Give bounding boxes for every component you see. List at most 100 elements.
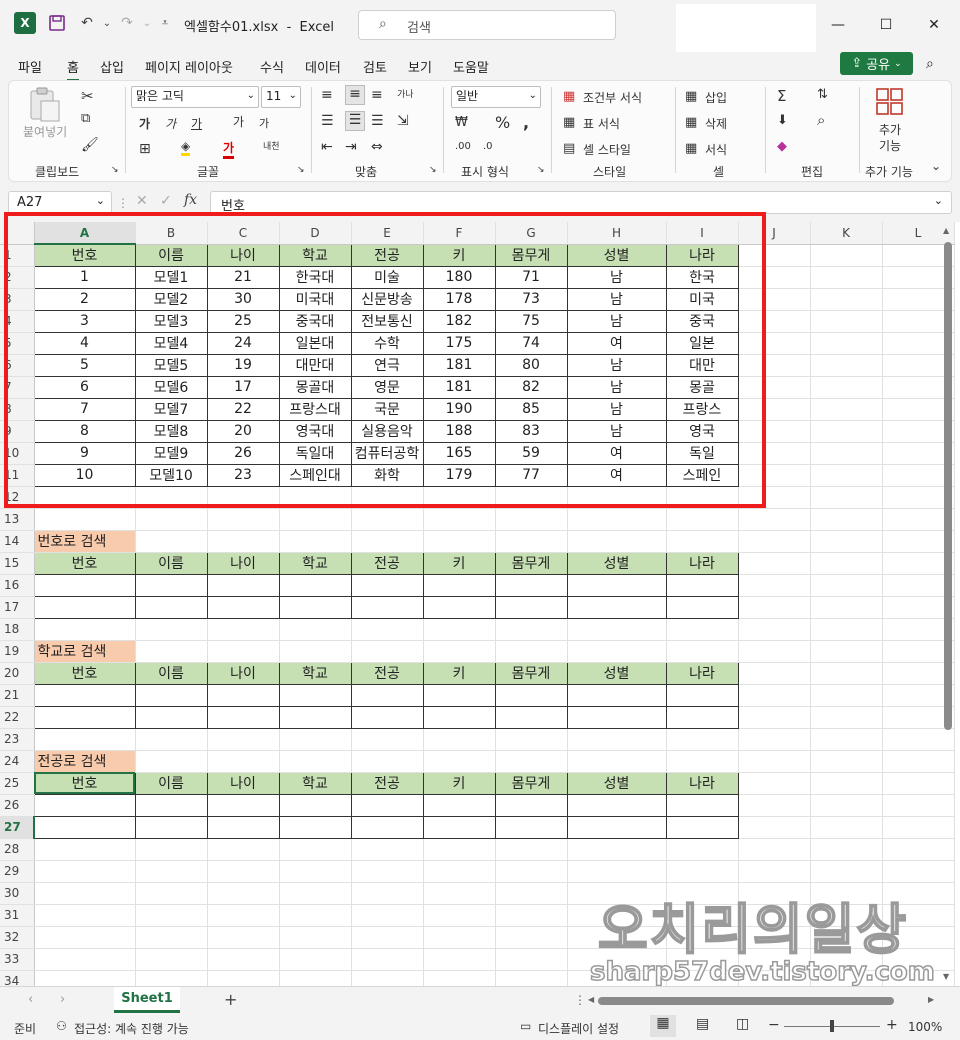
cell[interactable] [278,793,352,817]
row-header[interactable]: 34 [0,970,35,986]
row-header[interactable]: 5 [0,332,35,355]
cell[interactable] [738,750,811,773]
cell[interactable] [423,530,496,553]
row-header[interactable]: 2 [0,266,35,289]
cell[interactable] [738,970,811,986]
cell[interactable]: 21 [206,265,280,289]
cell[interactable] [810,332,883,355]
find-select-icon[interactable]: ⌕ [817,111,825,129]
sheet-tab-sheet1[interactable]: Sheet1 [114,987,180,1013]
cell[interactable]: 성별 [566,243,667,267]
cell[interactable]: 모델9 [134,441,208,465]
number-launcher-icon[interactable]: ↘ [537,165,545,175]
row-header[interactable]: 20 [0,662,35,685]
cell[interactable] [207,860,280,883]
cell[interactable] [738,706,811,729]
underline-button[interactable]: 가 [191,115,202,132]
row-header[interactable]: 6 [0,354,35,377]
cell[interactable] [666,728,739,751]
cell[interactable] [278,595,352,619]
cell[interactable] [33,793,136,817]
cell[interactable]: 독일 [665,441,739,465]
close-button[interactable]: ✕ [914,10,954,40]
select-all-corner[interactable] [0,222,35,245]
cell[interactable] [738,948,811,971]
cell[interactable] [495,640,568,663]
column-header-g[interactable]: G [495,222,568,245]
cell[interactable]: 나라 [665,243,739,267]
cell[interactable] [810,706,883,729]
cell[interactable]: 5 [33,353,136,377]
cell[interactable] [351,926,424,949]
cell[interactable] [810,948,883,971]
row-header[interactable]: 17 [0,596,35,619]
format-painter-icon[interactable]: 🖌 [81,137,99,153]
row-header[interactable]: 8 [0,398,35,421]
increase-decimal-icon[interactable]: .00 [455,141,471,152]
cell[interactable]: 실용음악 [350,419,424,443]
cell[interactable] [279,838,352,861]
cell[interactable]: 181 [422,375,496,399]
cell[interactable] [278,815,352,839]
paste-icon[interactable] [27,87,67,123]
cell[interactable]: 2 [33,287,136,311]
cell[interactable]: 71 [494,265,568,289]
cell[interactable] [33,683,136,707]
cell[interactable] [738,574,811,597]
add-sheet-button[interactable]: + [224,990,237,1009]
cell[interactable]: 미국대 [278,287,352,311]
cell[interactable] [422,793,496,817]
cell[interactable] [134,793,208,817]
cell[interactable] [738,486,811,509]
cell[interactable] [351,486,424,509]
zoom-slider-thumb[interactable] [830,1020,834,1032]
cell[interactable] [494,683,568,707]
cell[interactable]: 10 [33,463,136,487]
row-header[interactable]: 21 [0,684,35,707]
cell[interactable] [566,793,667,817]
tab-insert[interactable]: 삽입 [100,57,124,76]
cell[interactable] [34,860,136,883]
cell[interactable] [666,838,739,861]
cell[interactable]: 중국 [665,309,739,333]
align-left-icon[interactable]: ☰ [321,113,334,129]
cell[interactable] [423,904,496,927]
cell[interactable]: 영국대 [278,419,352,443]
account-area[interactable] [676,4,816,52]
cell[interactable] [665,683,739,707]
column-header-a[interactable]: A [34,222,136,245]
search-section-label[interactable]: 학교로 검색 [34,640,136,663]
cell[interactable]: 전공 [350,771,424,795]
cell[interactable] [207,838,280,861]
cell[interactable]: 수학 [350,331,424,355]
cell[interactable] [207,530,280,553]
cell[interactable]: 75 [494,309,568,333]
scroll-left-icon[interactable]: ◀ [588,995,594,1004]
cell[interactable] [665,705,739,729]
column-header-c[interactable]: C [207,222,280,245]
cell[interactable] [207,882,280,905]
cell[interactable] [567,728,667,751]
scroll-up-icon[interactable]: ▲ [943,226,949,235]
cell[interactable] [738,728,811,751]
row-header[interactable]: 19 [0,640,35,663]
row-header[interactable]: 33 [0,948,35,971]
format-as-table-icon[interactable]: ▦ [563,115,575,130]
cell[interactable] [34,508,136,531]
cell[interactable]: 몽골대 [278,375,352,399]
cell[interactable] [738,354,811,377]
scroll-right-icon[interactable]: ▶ [928,995,934,1004]
cell[interactable] [350,573,424,597]
spreadsheet-grid[interactable]: A B C D E F G H I J K L 1 번호 이름 나이 학교 전공 키 몸무게 성별 나라 2 1 모델1 21 한국… [0,222,960,986]
row-header[interactable]: 16 [0,574,35,597]
cell[interactable]: 모델4 [134,331,208,355]
cell[interactable] [738,794,811,817]
cell[interactable] [135,926,208,949]
cell-table[interactable]: A B C D E F G H I J K L 1 번호 이름 나이 학교 전공 키 몸무게 성별 나라 2 1 모델1 21 한국… [0,222,955,986]
cell[interactable]: 스페인대 [278,463,352,487]
cell[interactable] [495,618,568,641]
column-header-j[interactable]: J [738,222,811,245]
format-cells-button[interactable]: 서식 [705,141,727,158]
comma-style-icon[interactable]: , [523,113,529,132]
column-header-i[interactable]: I [666,222,739,245]
